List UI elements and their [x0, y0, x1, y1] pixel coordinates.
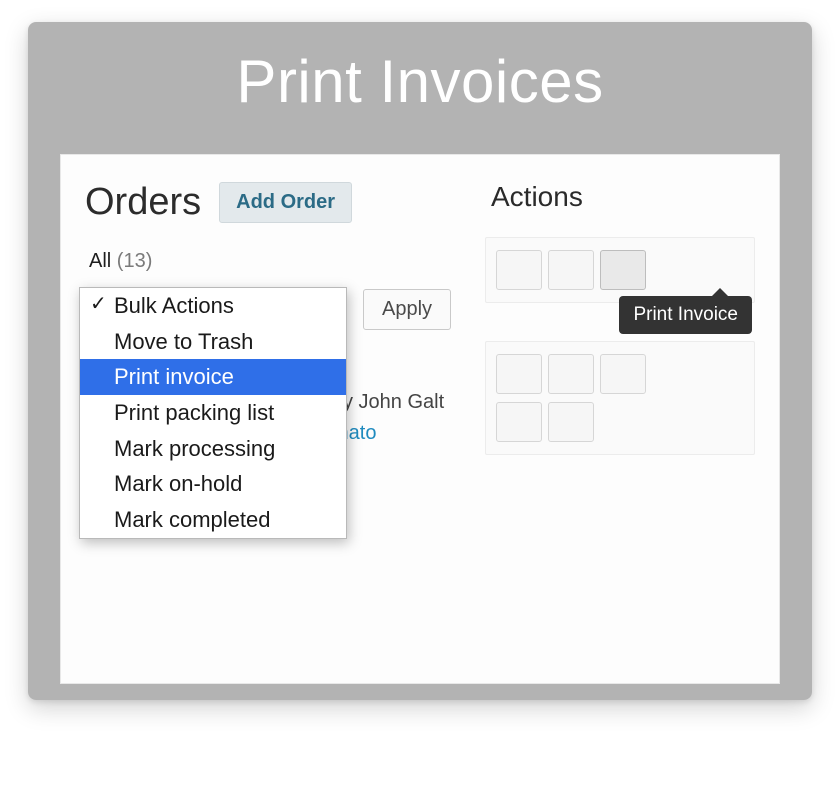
admin-panel-inset: Orders Add Order All (13) Bulk Actions M…	[60, 154, 780, 684]
dropdown-item[interactable]: Print packing list	[80, 395, 346, 431]
view-button[interactable]	[600, 354, 646, 394]
card-title: Print Invoices	[236, 47, 603, 116]
action-buttons-row	[496, 354, 744, 394]
actions-group-2	[485, 341, 755, 455]
dropdown-item[interactable]: Print invoice	[80, 359, 346, 395]
filter-label: All	[89, 250, 111, 272]
tooltip: Print Invoice	[619, 296, 752, 334]
feature-card: Print Invoices Orders Add Order All (13)…	[28, 22, 812, 700]
dropdown-item[interactable]: Mark on-hold	[80, 466, 346, 502]
complete-button[interactable]	[548, 354, 594, 394]
orders-header-row: Orders Add Order	[85, 181, 475, 224]
add-order-button[interactable]: Add Order	[219, 182, 352, 223]
bulk-actions-row: Bulk Actions Move to Trash Print invoice…	[85, 289, 475, 330]
bulk-actions-dropdown[interactable]: Bulk Actions Move to Trash Print invoice…	[79, 287, 347, 539]
view-button[interactable]	[548, 250, 594, 290]
more-button[interactable]	[496, 354, 542, 394]
actions-title: Actions	[485, 181, 755, 213]
card-header: Print Invoices	[28, 22, 812, 140]
dropdown-item[interactable]: Bulk Actions	[80, 288, 346, 324]
filter-all[interactable]: All (13)	[85, 250, 475, 273]
dropdown-item[interactable]: Move to Trash	[80, 324, 346, 360]
dropdown-item[interactable]: Mark processing	[80, 431, 346, 467]
orders-panel: Orders Add Order All (13) Bulk Actions M…	[85, 181, 475, 330]
action-buttons-row-2	[496, 402, 744, 442]
print-packing-list-button[interactable]	[548, 402, 594, 442]
actions-panel: Actions	[485, 181, 755, 493]
filter-count: (13)	[117, 250, 153, 272]
apply-button[interactable]: Apply	[363, 289, 451, 330]
print-invoice-button[interactable]	[600, 250, 646, 290]
complete-button[interactable]	[496, 250, 542, 290]
actions-group-1: Print Invoice	[485, 237, 755, 303]
print-invoice-button[interactable]	[496, 402, 542, 442]
card-body: Orders Add Order All (13) Bulk Actions M…	[28, 140, 812, 700]
dropdown-item[interactable]: Mark completed	[80, 502, 346, 538]
page-title: Orders	[85, 181, 201, 224]
action-buttons-row	[496, 250, 744, 290]
